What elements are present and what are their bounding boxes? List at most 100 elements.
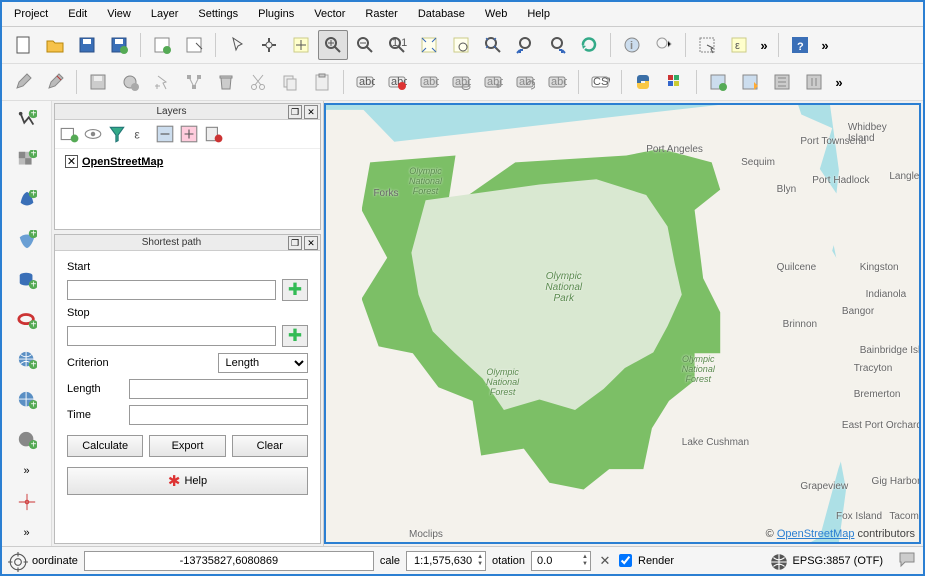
node-tool-button[interactable]: [179, 67, 209, 97]
menu-project[interactable]: Project: [6, 5, 56, 23]
osm-features-button[interactable]: [767, 67, 797, 97]
edit-pencil-button[interactable]: [8, 67, 38, 97]
rotation-reset-button[interactable]: ✕: [597, 553, 613, 569]
layer-add-group-icon[interactable]: [59, 124, 79, 144]
refresh-button[interactable]: [574, 30, 604, 60]
layer-collapse-icon[interactable]: [179, 124, 199, 144]
add-wfs-layer-button[interactable]: +: [12, 425, 42, 455]
side-overflow[interactable]: »: [23, 465, 29, 477]
sp-stop-pick-button[interactable]: ✚: [282, 325, 308, 347]
help-button[interactable]: ?: [785, 30, 815, 60]
crs-icon[interactable]: [769, 552, 787, 570]
pan-button[interactable]: [254, 30, 284, 60]
render-checkbox[interactable]: [619, 554, 632, 567]
menu-settings[interactable]: Settings: [190, 5, 246, 23]
osm-import-button[interactable]: [735, 67, 765, 97]
status-target-icon[interactable]: [8, 552, 26, 570]
toolbar2-overflow[interactable]: »: [831, 75, 847, 90]
composer-manager-button[interactable]: [179, 30, 209, 60]
menu-web[interactable]: Web: [477, 5, 515, 23]
map-canvas[interactable]: Olympic National Park Olympic National F…: [324, 103, 921, 544]
zoom-out-button[interactable]: [350, 30, 380, 60]
menu-edit[interactable]: Edit: [60, 5, 95, 23]
sp-start-input[interactable]: [67, 280, 276, 300]
toolbar1-overflow[interactable]: »: [756, 38, 772, 53]
sp-undock-icon[interactable]: ❐: [288, 236, 302, 250]
move-feature-button[interactable]: [147, 67, 177, 97]
sp-length-input[interactable]: [129, 379, 308, 399]
menu-database[interactable]: Database: [410, 5, 473, 23]
label-highlight-button[interactable]: abc: [414, 67, 444, 97]
sp-stop-input[interactable]: [67, 326, 276, 346]
cut-button[interactable]: [243, 67, 273, 97]
rotation-spin[interactable]: 0.0 ▲▼: [531, 551, 591, 571]
layer-visibility-icon[interactable]: [83, 124, 103, 144]
panel-undock-icon[interactable]: ❐: [288, 105, 302, 119]
scale-combo[interactable]: 1:1,575,630 ▲▼: [406, 551, 486, 571]
layer-filter-icon[interactable]: [107, 124, 127, 144]
menu-vector[interactable]: Vector: [306, 5, 353, 23]
add-wms-layer-button[interactable]: +: [12, 345, 42, 375]
identify-button[interactable]: i: [617, 30, 647, 60]
sp-calculate-button[interactable]: Calculate: [67, 435, 143, 457]
zoom-native-button[interactable]: 1:1: [382, 30, 412, 60]
delete-button[interactable]: [211, 67, 241, 97]
zoom-full-button[interactable]: [414, 30, 444, 60]
add-spatialite-layer-button[interactable]: +: [12, 225, 42, 255]
osm-download-button[interactable]: [703, 67, 733, 97]
save-as-button[interactable]: [104, 30, 134, 60]
menu-plugins[interactable]: Plugins: [250, 5, 302, 23]
toggle-editing-button[interactable]: [40, 67, 70, 97]
sp-time-input[interactable]: [129, 405, 308, 425]
layer-expand-icon[interactable]: [155, 124, 175, 144]
side-overflow2[interactable]: »: [23, 527, 29, 539]
label-pin-button[interactable]: abc: [382, 67, 412, 97]
add-feature-button[interactable]: [115, 67, 145, 97]
sp-criterion-select[interactable]: Length: [218, 353, 309, 373]
zoom-last-button[interactable]: [510, 30, 540, 60]
add-wcs-layer-button[interactable]: +: [12, 385, 42, 415]
identify-dropdown-icon[interactable]: [649, 30, 679, 60]
csw-button[interactable]: CSW: [585, 67, 615, 97]
pan-to-selection-button[interactable]: [286, 30, 316, 60]
zoom-in-button[interactable]: [318, 30, 348, 60]
select-expr-button[interactable]: ε: [724, 30, 754, 60]
panel-close-icon[interactable]: ✕: [304, 105, 318, 119]
sp-export-button[interactable]: Export: [149, 435, 225, 457]
layer-remove-icon[interactable]: [203, 124, 223, 144]
zoom-to-selection-button[interactable]: [446, 30, 476, 60]
add-vector-layer-button[interactable]: +: [12, 105, 42, 135]
coordinate-capture-icon[interactable]: [12, 487, 42, 517]
copy-button[interactable]: [275, 67, 305, 97]
messages-icon[interactable]: [897, 549, 917, 572]
label-abc-button[interactable]: abc: [350, 67, 380, 97]
paste-button[interactable]: [307, 67, 337, 97]
python-console-button[interactable]: [628, 67, 658, 97]
menu-layer[interactable]: Layer: [143, 5, 187, 23]
add-postgis-layer-button[interactable]: +: [12, 185, 42, 215]
menu-help[interactable]: Help: [519, 5, 558, 23]
label-show-button[interactable]: abc: [446, 67, 476, 97]
layer-checkbox-icon[interactable]: ✕: [65, 155, 78, 168]
label-rotate-button[interactable]: abc: [510, 67, 540, 97]
menu-raster[interactable]: Raster: [357, 5, 405, 23]
add-oracle-layer-button[interactable]: +: [12, 305, 42, 335]
layer-expression-icon[interactable]: ε: [131, 124, 151, 144]
save-project-button[interactable]: [72, 30, 102, 60]
sp-start-pick-button[interactable]: ✚: [282, 279, 308, 301]
layer-item-openstreetmap[interactable]: ✕ OpenStreetMap: [65, 155, 310, 168]
save-edits-button[interactable]: [83, 67, 113, 97]
coord-input[interactable]: [84, 551, 374, 571]
select-rect-button[interactable]: [692, 30, 722, 60]
sp-close-icon[interactable]: ✕: [304, 236, 318, 250]
zoom-next-button[interactable]: [542, 30, 572, 60]
new-project-button[interactable]: [8, 30, 38, 60]
color-grid-icon[interactable]: [660, 67, 690, 97]
pointer-button[interactable]: [222, 30, 252, 60]
sp-clear-button[interactable]: Clear: [232, 435, 308, 457]
print-composer-button[interactable]: [147, 30, 177, 60]
toolbar1-overflow2[interactable]: »: [817, 38, 833, 53]
add-raster-layer-button[interactable]: +: [12, 145, 42, 175]
osm-link[interactable]: OpenStreetMap: [777, 528, 855, 540]
label-move-button[interactable]: abc: [478, 67, 508, 97]
